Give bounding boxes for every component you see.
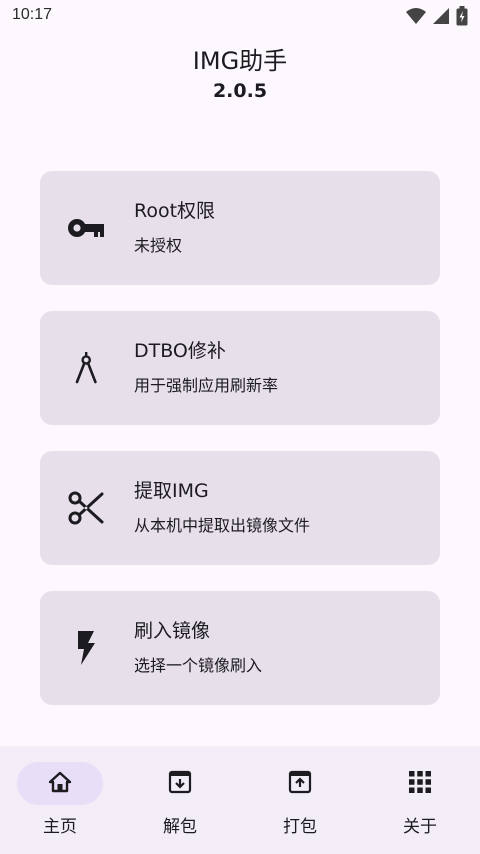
dtbo-patch-card[interactable]: DTBO修补 用于强制应用刷新率 (40, 311, 440, 425)
nav-label-home: 主页 (43, 817, 77, 837)
app-title: IMG助手 (192, 47, 288, 75)
status-bar: 10:17 (0, 0, 480, 32)
extract-img-card[interactable]: 提取IMG 从本机中提取出镜像文件 (40, 451, 440, 565)
app-version: 2.0.5 (212, 80, 268, 102)
signal-icon (432, 7, 450, 29)
status-time: 10:17 (12, 6, 53, 23)
key-icon (66, 208, 106, 248)
scissors-icon (66, 488, 106, 528)
app-header: IMG助手 2.0.5 (0, 44, 480, 102)
card-title: 刷入镜像 (134, 620, 211, 642)
flash-image-card[interactable]: 刷入镜像 选择一个镜像刷入 (40, 591, 440, 705)
archive-icon (288, 770, 312, 798)
nav-item-pack[interactable]: 打包 (240, 762, 360, 846)
card-subtitle: 选择一个镜像刷入 (134, 656, 263, 675)
card-subtitle: 从本机中提取出镜像文件 (134, 516, 311, 535)
root-permission-card[interactable]: Root权限 未授权 (40, 171, 440, 285)
home-icon (48, 771, 72, 797)
battery-icon (456, 6, 468, 30)
nav-item-home[interactable]: 主页 (0, 762, 120, 846)
card-subtitle: 未授权 (134, 236, 183, 255)
card-title: DTBO修补 (134, 340, 226, 362)
status-icons (406, 6, 468, 30)
card-subtitle: 用于强制应用刷新率 (134, 376, 279, 395)
nav-label-pack: 打包 (283, 817, 317, 837)
apps-grid-icon (409, 770, 431, 797)
compass-icon (66, 348, 106, 388)
nav-active-indicator (17, 762, 103, 805)
card-title: Root权限 (134, 200, 216, 222)
wifi-icon (406, 7, 426, 29)
unarchive-icon (168, 770, 192, 798)
nav-item-unpack[interactable]: 解包 (120, 762, 240, 846)
bottom-navigation: 主页 解包 打包 关于 (0, 746, 480, 854)
flash-icon (66, 628, 106, 668)
nav-item-about[interactable]: 关于 (360, 762, 480, 846)
card-title: 提取IMG (134, 480, 209, 502)
nav-label-about: 关于 (403, 817, 437, 837)
nav-label-unpack: 解包 (163, 817, 197, 837)
